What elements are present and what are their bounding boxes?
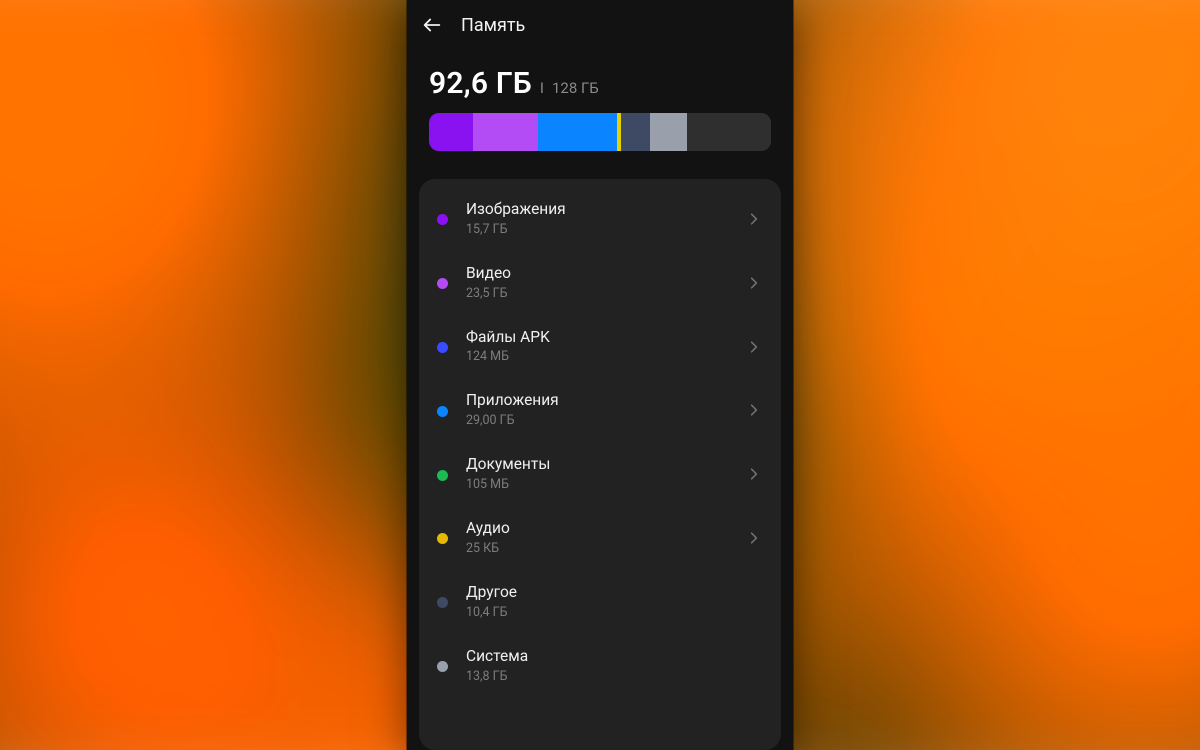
category-text: Аудио 25 КБ [466, 520, 745, 556]
color-dot-icon [437, 278, 448, 289]
usage-bar-segment [538, 113, 617, 151]
usage-bar-segment [650, 113, 688, 151]
category-text: Документы 105 МБ [466, 456, 745, 492]
back-icon[interactable] [421, 14, 443, 36]
usage-text: 92,6 ГБ I 128 ГБ [429, 66, 771, 101]
category-label: Файлы APK [466, 329, 745, 347]
color-dot-icon [437, 597, 448, 608]
category-label: Документы [466, 456, 745, 474]
category-row-audio[interactable]: Аудио 25 КБ [419, 506, 781, 570]
chevron-right-icon [745, 274, 763, 292]
usage-bar-segment [429, 113, 473, 151]
category-size: 15,7 ГБ [466, 222, 745, 237]
category-size: 23,5 ГБ [466, 286, 745, 301]
chevron-right-icon [745, 401, 763, 419]
category-row-other: Другое 10,4 ГБ [419, 570, 781, 634]
category-text: Другое 10,4 ГБ [466, 584, 763, 620]
usage-bar [429, 113, 771, 151]
category-label: Система [466, 648, 763, 666]
total-amount: 128 ГБ [552, 79, 599, 97]
usage-separator: I [540, 79, 544, 97]
chevron-right-icon [745, 529, 763, 547]
color-dot-icon [437, 406, 448, 417]
category-size: 13,8 ГБ [466, 669, 763, 684]
category-size: 10,4 ГБ [466, 605, 763, 620]
category-label: Другое [466, 584, 763, 602]
category-row-apps[interactable]: Приложения 29,00 ГБ [419, 378, 781, 442]
category-row-apk[interactable]: Файлы APK 124 МБ [419, 315, 781, 379]
category-text: Видео 23,5 ГБ [466, 265, 745, 301]
category-row-documents[interactable]: Документы 105 МБ [419, 442, 781, 506]
chevron-right-icon [745, 210, 763, 228]
chevron-right-icon [745, 338, 763, 356]
color-dot-icon [437, 533, 448, 544]
chevron-right-icon [745, 465, 763, 483]
category-label: Приложения [466, 392, 745, 410]
category-text: Файлы APK 124 МБ [466, 329, 745, 365]
storage-summary: 92,6 ГБ I 128 ГБ [407, 36, 793, 151]
category-text: Приложения 29,00 ГБ [466, 392, 745, 428]
category-list: Изображения 15,7 ГБ Видео 23,5 ГБ Файлы APK 1… [419, 179, 781, 750]
page-title: Память [461, 15, 525, 36]
storage-screen: Память 92,6 ГБ I 128 ГБ Изображения 15,7 … [407, 0, 793, 750]
color-dot-icon [437, 470, 448, 481]
category-text: Система 13,8 ГБ [466, 648, 763, 684]
color-dot-icon [437, 214, 448, 225]
category-text: Изображения 15,7 ГБ [466, 201, 745, 237]
category-size: 105 МБ [466, 477, 745, 492]
usage-bar-segment [621, 113, 649, 151]
category-size: 29,00 ГБ [466, 413, 745, 428]
usage-bar-segment [687, 113, 771, 151]
color-dot-icon [437, 342, 448, 353]
category-label: Аудио [466, 520, 745, 538]
category-row-images[interactable]: Изображения 15,7 ГБ [419, 187, 781, 251]
category-size: 124 МБ [466, 349, 745, 364]
category-row-video[interactable]: Видео 23,5 ГБ [419, 251, 781, 315]
category-label: Изображения [466, 201, 745, 219]
used-amount: 92,6 ГБ [429, 66, 532, 101]
category-size: 25 КБ [466, 541, 745, 556]
category-label: Видео [466, 265, 745, 283]
category-row-system: Система 13,8 ГБ [419, 634, 781, 698]
header: Память [407, 0, 793, 36]
color-dot-icon [437, 661, 448, 672]
usage-bar-segment [473, 113, 538, 151]
